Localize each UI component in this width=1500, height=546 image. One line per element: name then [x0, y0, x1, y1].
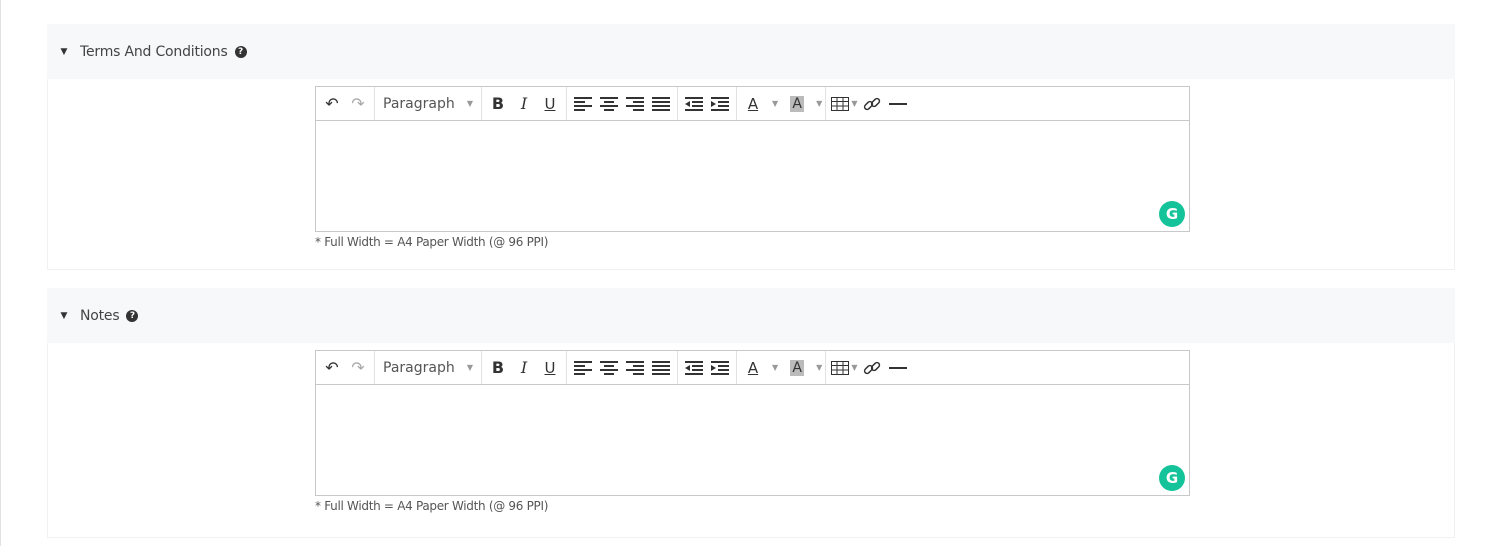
- chevron-down-icon: ▼: [466, 363, 473, 372]
- bg-color-label: A: [790, 359, 804, 376]
- format-group: Paragraph ▼: [375, 87, 482, 120]
- align-right-icon[interactable]: [622, 355, 648, 381]
- section-body: ↶ ↷ Paragraph ▼ B I U A ▼ A ▼ ▼ G * Full…: [47, 79, 1455, 270]
- section-title: Terms And Conditions: [80, 43, 228, 60]
- chevron-down-icon: ▼: [466, 99, 473, 108]
- underline-button[interactable]: U: [537, 355, 563, 381]
- section-header-notes[interactable]: ▼ Notes ?: [47, 288, 1455, 343]
- align-left-icon[interactable]: [570, 91, 596, 117]
- bg-color-button[interactable]: A: [784, 91, 810, 117]
- block-format-select[interactable]: Paragraph ▼: [378, 96, 478, 112]
- align-center-icon[interactable]: [596, 355, 622, 381]
- chevron-down-icon: ▼: [851, 99, 858, 108]
- section-header-terms[interactable]: ▼ Terms And Conditions ?: [47, 24, 1455, 79]
- hr-line: [889, 366, 908, 369]
- align-center-icon[interactable]: [596, 91, 622, 117]
- section-notes: ▼ Notes ? ↶ ↷ Paragraph ▼ B I U A ▼ A ▼ …: [47, 288, 1455, 538]
- indent-group: [678, 87, 737, 120]
- chevron-down-icon[interactable]: ▼: [816, 99, 822, 108]
- hr-line: [889, 102, 908, 105]
- indent-icon[interactable]: [707, 355, 733, 381]
- align-left-icon[interactable]: [570, 355, 596, 381]
- chevron-down-icon: ▼: [851, 363, 858, 372]
- caret-down-icon[interactable]: ▼: [57, 311, 71, 321]
- editor-toolbar: ↶ ↷ Paragraph ▼ B I U A ▼ A ▼ ▼: [316, 87, 1189, 121]
- bg-color-label: A: [790, 95, 804, 112]
- rich-text-editor: ↶ ↷ Paragraph ▼ B I U A ▼ A ▼ ▼ G: [315, 86, 1190, 232]
- color-group: A ▼ A ▼: [737, 351, 827, 384]
- block-format-value: Paragraph: [383, 95, 455, 112]
- text-color-button[interactable]: A: [740, 91, 766, 117]
- block-format-value: Paragraph: [383, 359, 455, 376]
- align-justify-icon[interactable]: [648, 91, 674, 117]
- horizontal-rule-icon[interactable]: [885, 355, 911, 381]
- editor-hint: * Full Width = A4 Paper Width (@ 96 PPI): [315, 499, 549, 513]
- section-terms-and-conditions: ▼ Terms And Conditions ? ↶ ↷ Paragraph ▼…: [47, 24, 1455, 270]
- indent-group: [678, 351, 737, 384]
- grammarly-icon[interactable]: G: [1159, 465, 1185, 491]
- block-format-select[interactable]: Paragraph ▼: [378, 360, 478, 376]
- indent-icon[interactable]: [707, 91, 733, 117]
- history-group: ↶ ↷: [316, 87, 375, 120]
- chevron-down-icon[interactable]: ▼: [772, 363, 778, 372]
- insert-group: ▼: [826, 351, 914, 384]
- horizontal-rule-icon[interactable]: [885, 91, 911, 117]
- rich-text-editor: ↶ ↷ Paragraph ▼ B I U A ▼ A ▼ ▼ G: [315, 350, 1190, 496]
- bold-button[interactable]: B: [485, 355, 511, 381]
- chevron-down-icon[interactable]: ▼: [816, 363, 822, 372]
- align-group: [567, 87, 678, 120]
- style-group: B I U: [482, 87, 567, 120]
- underline-button[interactable]: U: [537, 91, 563, 117]
- bg-color-button[interactable]: A: [784, 355, 810, 381]
- link-icon[interactable]: [859, 355, 885, 381]
- editor-toolbar: ↶ ↷ Paragraph ▼ B I U A ▼ A ▼ ▼: [316, 351, 1189, 385]
- redo-icon[interactable]: ↷: [345, 91, 371, 117]
- italic-button[interactable]: I: [511, 355, 537, 381]
- outdent-icon[interactable]: [681, 355, 707, 381]
- editor-content-area[interactable]: G: [316, 121, 1189, 231]
- question-circle-icon[interactable]: ?: [234, 45, 247, 58]
- undo-icon[interactable]: ↶: [319, 355, 345, 381]
- question-circle-icon[interactable]: ?: [126, 309, 139, 322]
- grammarly-icon[interactable]: G: [1159, 201, 1185, 227]
- editor-hint: * Full Width = A4 Paper Width (@ 96 PPI): [315, 235, 549, 249]
- undo-icon[interactable]: ↶: [319, 91, 345, 117]
- align-group: [567, 351, 678, 384]
- caret-down-icon[interactable]: ▼: [57, 47, 71, 57]
- history-group: ↶ ↷: [316, 351, 375, 384]
- redo-icon[interactable]: ↷: [345, 355, 371, 381]
- color-group: A ▼ A ▼: [737, 87, 827, 120]
- link-icon[interactable]: [859, 91, 885, 117]
- outdent-icon[interactable]: [681, 91, 707, 117]
- page-left-border: [0, 0, 1, 546]
- insert-group: ▼: [826, 87, 914, 120]
- chevron-down-icon[interactable]: ▼: [772, 99, 778, 108]
- table-icon[interactable]: ▼: [829, 355, 859, 381]
- format-group: Paragraph ▼: [375, 351, 482, 384]
- italic-button[interactable]: I: [511, 91, 537, 117]
- text-color-button[interactable]: A: [740, 355, 766, 381]
- editor-content-area[interactable]: G: [316, 385, 1189, 495]
- table-icon[interactable]: ▼: [829, 91, 859, 117]
- align-justify-icon[interactable]: [648, 355, 674, 381]
- section-title: Notes: [80, 307, 120, 324]
- section-body: ↶ ↷ Paragraph ▼ B I U A ▼ A ▼ ▼ G * Full…: [47, 343, 1455, 538]
- align-right-icon[interactable]: [622, 91, 648, 117]
- bold-button[interactable]: B: [485, 91, 511, 117]
- style-group: B I U: [482, 351, 567, 384]
